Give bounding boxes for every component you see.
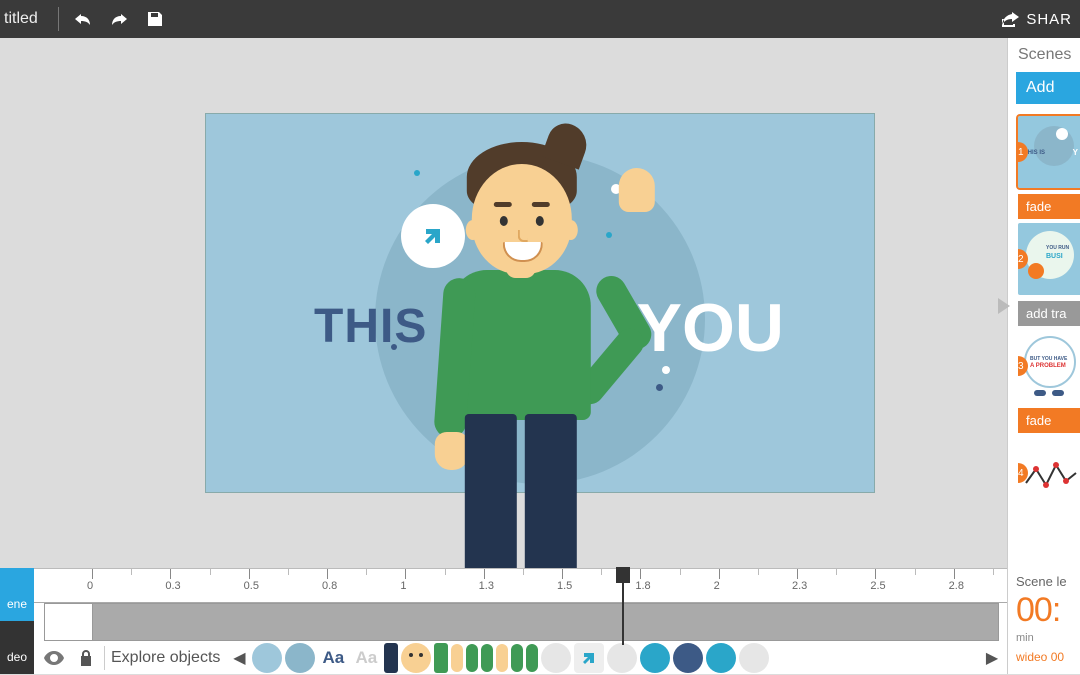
shape-object-swatch[interactable] — [252, 643, 282, 673]
timeline-ruler[interactable]: 00.30.50.811.31.51.822.32.52.83 — [34, 569, 1007, 603]
shape-object-swatch[interactable] — [434, 643, 448, 673]
scene-length-title: Scene le — [1016, 574, 1080, 589]
ruler-tick: 2.5 — [875, 569, 876, 579]
scene-length-time: 00: — [1016, 591, 1080, 630]
shape-object-swatch[interactable] — [285, 643, 315, 673]
eye-icon — [44, 651, 64, 665]
scenes-panel-title: Scenes — [1008, 38, 1080, 70]
scene-length-min-label: min — [1016, 632, 1080, 644]
undo-icon — [74, 12, 92, 26]
object-prev-button[interactable]: ◀ — [230, 643, 248, 673]
text-object-swatch[interactable]: Aa — [351, 643, 381, 673]
scene-thumb-04[interactable]: 04 — [1018, 437, 1080, 509]
timeline-track[interactable] — [44, 603, 999, 641]
share-label: SHAR — [1026, 11, 1072, 28]
panel-collapse-handle[interactable] — [998, 298, 1010, 314]
object-next-button[interactable]: ▶ — [983, 643, 1001, 673]
transition-button-02[interactable]: add tra — [1018, 301, 1080, 326]
character-head — [472, 164, 572, 274]
shape-object-swatch[interactable] — [673, 643, 703, 673]
character-object-swatch[interactable] — [401, 643, 431, 673]
add-scene-button[interactable]: Add — [1016, 72, 1080, 104]
shape-object-swatch[interactable] — [451, 644, 463, 672]
visibility-toggle[interactable] — [40, 644, 68, 672]
shape-object-swatch[interactable] — [526, 644, 538, 672]
shape-object-swatch[interactable] — [481, 644, 493, 672]
lock-icon — [79, 650, 93, 666]
ruler-tick: 0 — [92, 569, 93, 579]
ruler-tick: 2 — [719, 569, 720, 579]
scene-tab[interactable]: ene — [0, 568, 34, 621]
shape-object-swatch[interactable] — [496, 644, 508, 672]
redo-button[interactable] — [101, 0, 137, 38]
dot-decor — [656, 384, 663, 391]
text-you[interactable]: YOU — [637, 289, 784, 367]
lock-toggle[interactable] — [72, 644, 100, 672]
scene-thumb-01[interactable]: 01 THIS IS Y — [1018, 116, 1080, 188]
object-strip: Explore objects ◀ AaAa ▶ — [34, 641, 1007, 675]
timeline-side-tabs: ene deo — [0, 568, 34, 674]
ruler-tick: 1.3 — [484, 569, 485, 579]
scene-thumb-02[interactable]: 02 YOU RUN BUSI — [1018, 223, 1080, 295]
shape-object-swatch[interactable] — [511, 644, 523, 672]
shape-object-swatch[interactable] — [640, 643, 670, 673]
ruler-tick: 1.8 — [640, 569, 641, 579]
shape-object-swatch[interactable] — [384, 643, 398, 673]
top-left-group: titled — [0, 0, 173, 38]
playhead[interactable] — [616, 567, 630, 583]
text-object-swatch[interactable]: Aa — [318, 643, 348, 673]
ruler-tick: 0.3 — [170, 569, 171, 579]
shape-object-swatch[interactable] — [739, 643, 769, 673]
undo-button[interactable] — [65, 0, 101, 38]
scene-length-panel: Scene le 00: min wideo 00 — [1007, 568, 1080, 674]
ruler-tick: 2.8 — [954, 569, 955, 579]
ruler-tick: 0.8 — [327, 569, 328, 579]
character-hand — [619, 168, 655, 212]
stage-area[interactable]: THIS IS YOU — [0, 38, 1007, 568]
shape-object-swatch[interactable] — [607, 643, 637, 673]
transition-button-03[interactable]: fade — [1018, 408, 1080, 433]
timeline-panel: 00.30.50.811.31.51.822.32.52.83 Explore … — [34, 568, 1007, 674]
ruler-tick: 2.3 — [797, 569, 798, 579]
scene-number-badge: 01 — [1018, 142, 1028, 162]
share-icon — [1000, 10, 1020, 28]
share-button[interactable]: SHAR — [992, 10, 1080, 28]
ruler-tick: 1.5 — [562, 569, 563, 579]
character-object[interactable] — [417, 152, 637, 568]
ruler-tick: 1 — [405, 569, 406, 579]
shape-object-swatch[interactable] — [706, 643, 736, 673]
save-icon — [146, 10, 164, 28]
wideo-name: wideo 00 — [1016, 650, 1080, 664]
save-button[interactable] — [137, 0, 173, 38]
ruler-tick: 0.5 — [249, 569, 250, 579]
scene-thumb-03[interactable]: 03 BUT YOU HAVE A PROBLEM — [1018, 330, 1080, 402]
dot-decor — [662, 366, 670, 374]
arrow-object-swatch[interactable] — [574, 643, 604, 673]
divider — [58, 7, 59, 31]
shape-object-swatch[interactable] — [541, 643, 571, 673]
transition-button-01[interactable]: fade — [1018, 194, 1080, 219]
chart-icon — [1024, 461, 1080, 491]
video-tab[interactable]: deo — [0, 621, 34, 674]
redo-icon — [110, 12, 128, 26]
shape-object-swatch[interactable] — [466, 644, 478, 672]
character-legs — [463, 414, 579, 568]
document-title: titled — [0, 10, 52, 28]
track-clip[interactable] — [45, 604, 93, 640]
top-bar: titled SHAR — [0, 0, 1080, 38]
explore-objects-label: Explore objects — [111, 649, 220, 667]
